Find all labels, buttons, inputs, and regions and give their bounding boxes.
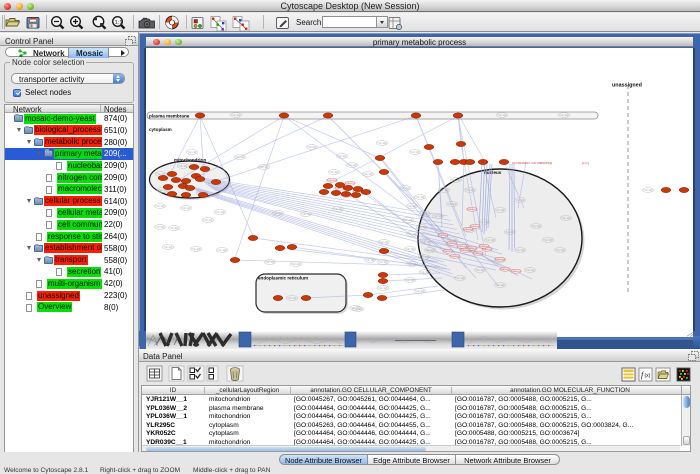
svg-text:cytoplasm: cytoplasm [149,127,172,132]
svg-text:Ydr-1@: Ydr-1@ [265,260,275,264]
svg-text:Ydr-1@: Ydr-1@ [155,204,165,208]
svg-text:Ydr-1@: Ydr-1@ [439,188,449,192]
svg-text:Ydr-1@: Ydr-1@ [273,211,283,215]
svg-text:unassigned: unassigned [612,83,642,89]
svg-text:Ydr-1@: Ydr-1@ [407,232,417,236]
svg-text:Ydr-1@: Ydr-1@ [415,195,425,199]
svg-text:1:1: 1:1 [115,20,123,26]
svg-text:Ydr-1@: Ydr-1@ [465,188,475,192]
svg-text:YDR051@: YDR051@ [327,180,338,182]
svg-text:[c-m]: [c-m] [582,161,589,165]
svg-text:Ydr-1@: Ydr-1@ [417,225,427,229]
svg-text:Ydr-1@: Ydr-1@ [203,218,213,222]
svg-text:GO:0044464, GO:0005215@: GO:0044464, GO:0005215@ [512,161,552,165]
svg-text:YDR051@: YDR051@ [479,246,490,248]
svg-text:YDR051@: YDR051@ [443,251,454,253]
svg-text:Ydr-1@: Ydr-1@ [235,155,245,159]
svg-text:Ydr-1@: Ydr-1@ [543,238,553,242]
svg-text:plasma membrane: plasma membrane [149,114,190,119]
svg-text:YDR051@: YDR051@ [511,271,522,273]
svg-text:Ydr-1@: Ydr-1@ [410,150,420,154]
svg-text:Ydr-1@: Ydr-1@ [407,262,417,266]
svg-text:Ydr-1@: Ydr-1@ [307,145,317,149]
svg-text:Ydr-1@: Ydr-1@ [479,220,489,224]
svg-text:YDR051@: YDR051@ [467,209,478,211]
svg-text:Ydr-1@: Ydr-1@ [447,202,457,206]
svg-text:YDR051@: YDR051@ [460,250,471,252]
svg-text:Ydr-1@: Ydr-1@ [347,163,357,167]
svg-text:Ydr-1@: Ydr-1@ [169,226,179,230]
svg-text:Ydr-1@: Ydr-1@ [475,268,485,272]
svg-text:Ydr-1@: Ydr-1@ [555,248,565,252]
svg-text:Ydr-1@: Ydr-1@ [378,260,388,264]
svg-text:Ydr-1@: Ydr-1@ [419,255,429,259]
svg-text:Ydr-1@: Ydr-1@ [407,204,417,208]
svg-text:Ydr-1@: Ydr-1@ [403,218,413,222]
svg-text:Ydr-1@: Ydr-1@ [291,262,301,266]
svg-text:YDR051@: YDR051@ [463,229,474,231]
svg-text:Ydr-1@: Ydr-1@ [217,248,227,252]
svg-text:Ydr-1@: Ydr-1@ [505,230,515,234]
svg-text:YDR051@: YDR051@ [447,243,458,245]
svg-text:Ydr-1@: Ydr-1@ [525,268,535,272]
svg-text:Ydr-1@: Ydr-1@ [559,113,569,117]
svg-text:Ydr-1@: Ydr-1@ [363,172,373,176]
svg-text:Ydr-1@: Ydr-1@ [187,150,197,154]
svg-text:Ydr-1@: Ydr-1@ [231,113,241,117]
svg-text:Ydr-1@: Ydr-1@ [495,208,505,212]
svg-text:YDR051@: YDR051@ [473,253,484,255]
svg-text:Ydr-1@: Ydr-1@ [350,306,360,310]
svg-text:YDR051@: YDR051@ [438,235,449,237]
svg-text:Ydr-1@: Ydr-1@ [259,165,269,169]
svg-text:Ydr-1@: Ydr-1@ [421,240,431,244]
svg-text:mitochondrion: mitochondrion [174,158,206,163]
svg-text:endoplasmic reticulum: endoplasmic reticulum [258,276,308,281]
svg-text:Ydr-1@: Ydr-1@ [178,164,188,168]
svg-text:Ydr-1@: Ydr-1@ [531,224,541,228]
svg-text:Ydr-1@: Ydr-1@ [405,247,415,251]
svg-text:Ydr-1@: Ydr-1@ [643,188,653,192]
svg-text:Ydr-1@: Ydr-1@ [515,248,525,252]
svg-text:YDR051@: YDR051@ [450,256,461,258]
svg-text:Ydr-1@: Ydr-1@ [485,238,495,242]
svg-text:Ydr-1@: Ydr-1@ [433,214,443,218]
svg-text:Ydr-1@: Ydr-1@ [420,270,430,274]
svg-text:Ydr-1@: Ydr-1@ [163,245,173,249]
svg-text:Ydr-1@: Ydr-1@ [405,278,415,282]
svg-text:Ydr-1@: Ydr-1@ [155,225,165,229]
svg-text:YDR051@: YDR051@ [495,259,506,261]
svg-text:Ydr-1@: Ydr-1@ [181,206,191,210]
svg-text:Ydr-1@: Ydr-1@ [333,207,343,211]
svg-text:Ydr-1@: Ydr-1@ [191,247,201,251]
svg-text:Ydr-1@: Ydr-1@ [420,212,430,216]
svg-text:Ydr-1@: Ydr-1@ [561,216,571,220]
svg-text:Ydr-1@: Ydr-1@ [451,178,461,182]
svg-text:Ydr-1@: Ydr-1@ [329,170,339,174]
svg-text:Ydr-1@: Ydr-1@ [455,276,465,280]
svg-text:YDR051@: YDR051@ [482,249,493,251]
svg-text:YDR051@: YDR051@ [345,183,356,185]
svg-text:Ydr-1@: Ydr-1@ [497,113,507,117]
svg-text:Ydr-1@: Ydr-1@ [400,186,410,190]
svg-text:Ydr-1@: Ydr-1@ [337,154,347,158]
svg-text:Ydr-1@: Ydr-1@ [379,240,389,244]
svg-text:Ydr-1@: Ydr-1@ [378,286,388,290]
svg-text:Ydr-1@: Ydr-1@ [425,248,435,252]
svg-text:Ydr-1@: Ydr-1@ [377,141,387,145]
svg-text:Ydr-1@: Ydr-1@ [365,258,375,262]
svg-text:Ydr-1@: Ydr-1@ [495,283,505,287]
svg-text:YDR051@: YDR051@ [500,269,511,271]
svg-text:Ydr-1@: Ydr-1@ [415,289,425,293]
svg-text:(x): (x) [645,373,651,379]
svg-text:Ydr-1@: Ydr-1@ [301,212,311,216]
svg-text:Ydr-1@: Ydr-1@ [515,198,525,202]
svg-text:Ydr-1@: Ydr-1@ [287,296,297,300]
svg-text:Ydr-1@: Ydr-1@ [215,210,225,214]
